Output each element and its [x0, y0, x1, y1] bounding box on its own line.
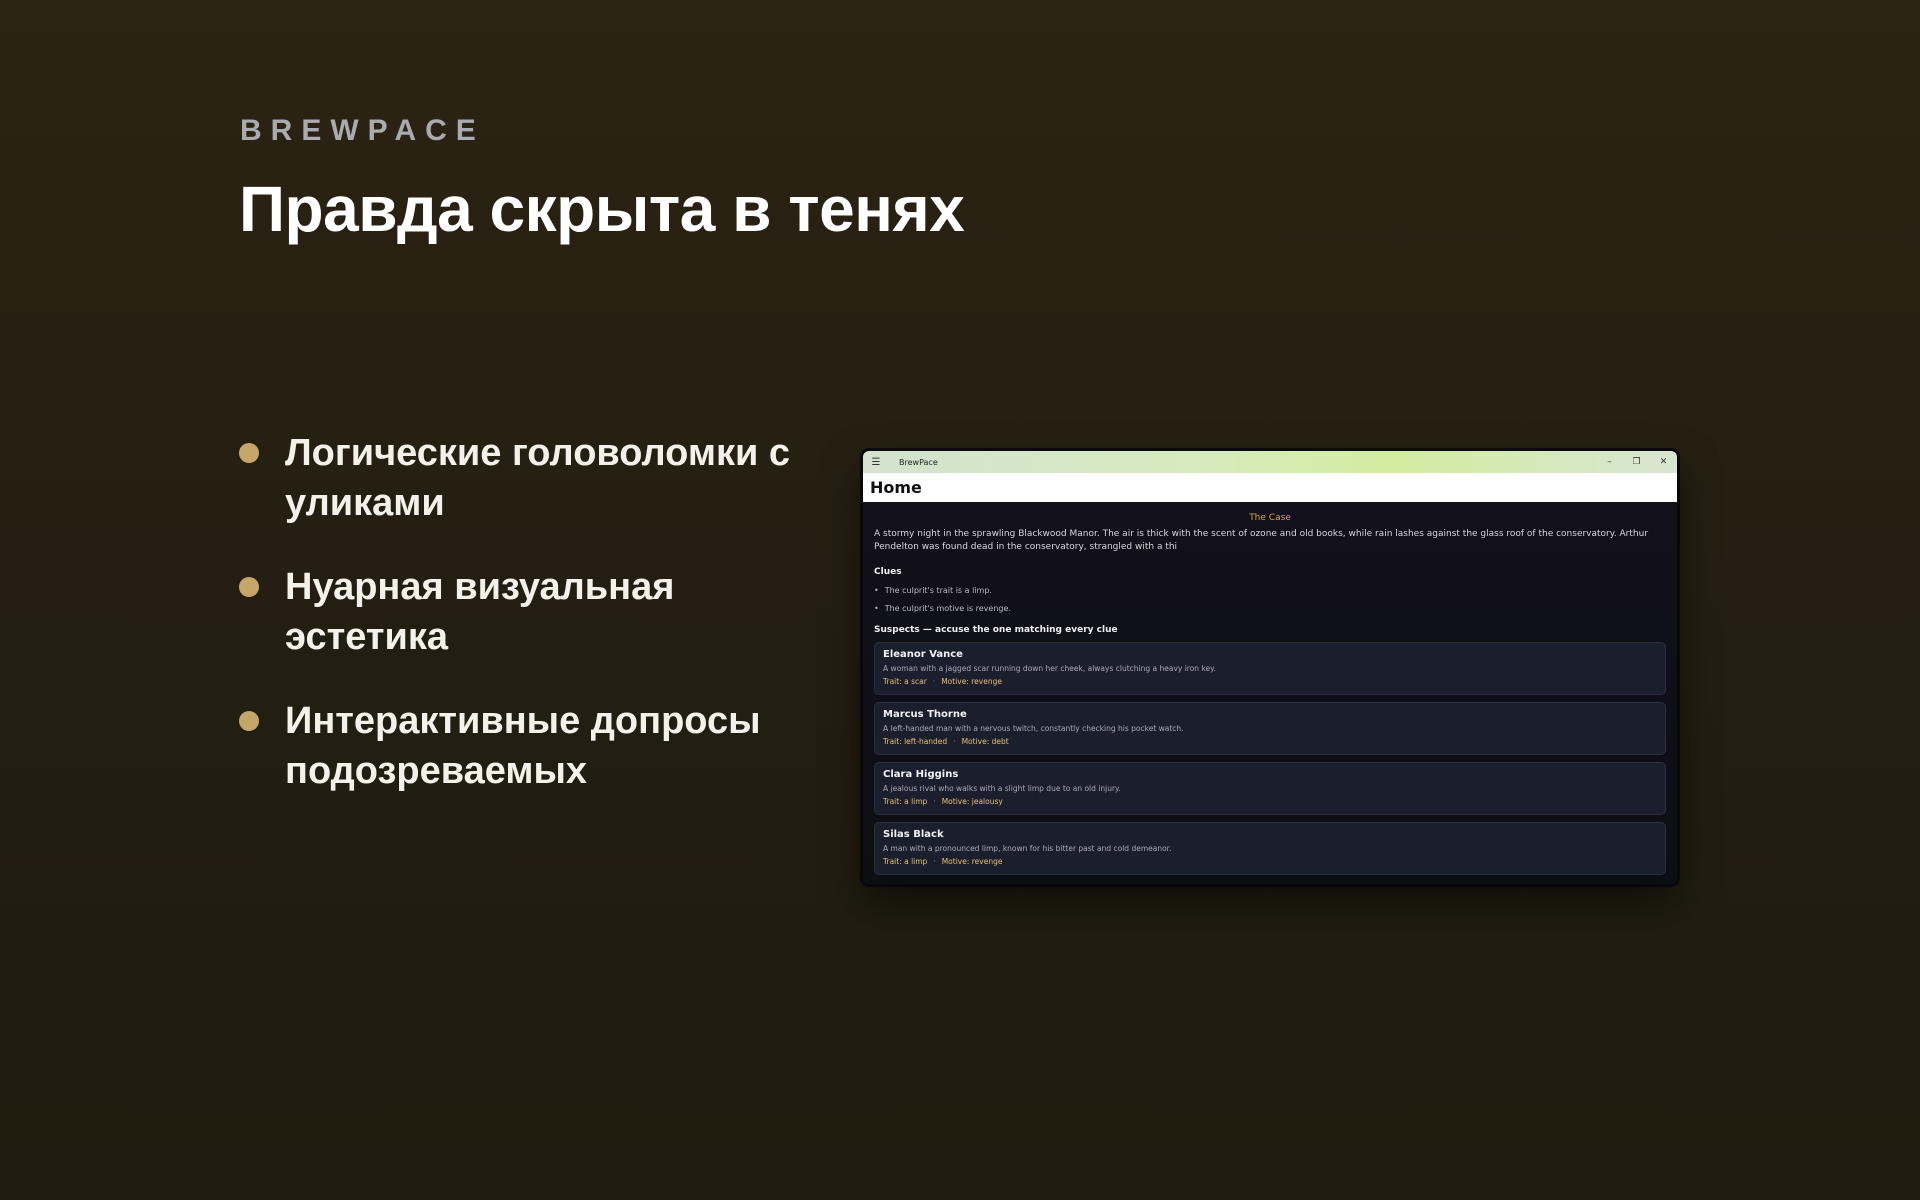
separator: ·	[953, 737, 956, 746]
feature-item: Нуарная визуальная эстетика	[239, 562, 839, 662]
title-bar: ☰ BrewPace – ❐ ✕	[863, 451, 1677, 473]
suspect-attributes: Trait: left-handed · Motive: debt	[883, 737, 1657, 746]
suspect-description: A left-handed man with a nervous twitch,…	[883, 724, 1184, 733]
suspect-motive: Motive: revenge	[941, 857, 1003, 866]
window-title: BrewPace	[899, 457, 938, 467]
clue-text: The culprit's trait is a limp.	[884, 586, 992, 595]
suspect-card[interactable]: Silas Black A man with a pronounced limp…	[874, 822, 1666, 875]
suspect-name: Silas Black	[883, 829, 944, 840]
suspect-name: Marcus Thorne	[883, 709, 967, 720]
bullet-dot-icon	[239, 577, 259, 597]
close-icon[interactable]: ✕	[1650, 457, 1677, 467]
minimize-icon[interactable]: –	[1596, 457, 1623, 467]
separator: ·	[933, 857, 936, 866]
suspects-heading: Suspects — accuse the one matching every…	[874, 625, 1118, 635]
separator: ·	[932, 677, 936, 686]
feature-list: Логические головоломки с уликами Нуарная…	[239, 428, 839, 830]
suspect-name: Eleanor Vance	[883, 649, 963, 660]
separator: ·	[933, 797, 936, 806]
bullet-dot-icon	[239, 711, 259, 731]
clue-item: • The culprit's motive is revenge.	[874, 604, 1666, 613]
bullet-icon: •	[874, 586, 879, 595]
bullet-dot-icon	[239, 443, 259, 463]
suspect-name: Clara Higgins	[883, 769, 959, 780]
suspect-trait: Trait: a limp	[883, 857, 928, 866]
suspect-motive: Motive: debt	[961, 737, 1009, 746]
clue-text: The culprit's motive is revenge.	[884, 604, 1011, 613]
bullet-icon: •	[874, 604, 879, 613]
case-heading: The Case	[1249, 513, 1291, 523]
feature-text: Нуарная визуальная эстетика	[285, 566, 675, 658]
suspect-motive: Motive: revenge	[941, 677, 1002, 686]
case-content: The Case A stormy night in the sprawling…	[863, 502, 1677, 884]
feature-item: Логические головоломки с уликами	[239, 428, 839, 528]
suspect-trait: Trait: a limp	[883, 797, 928, 806]
feature-item: Интерактивные допросы подозреваемых	[239, 696, 839, 796]
suspect-description: A jealous rival who walks with a slight …	[883, 784, 1121, 793]
hamburger-menu-icon[interactable]: ☰	[863, 457, 889, 468]
clue-item: • The culprit's trait is a limp.	[874, 586, 1666, 595]
suspect-attributes: Trait: a limp · Motive: jealousy	[883, 797, 1657, 806]
suspect-trait: Trait: left-handed	[883, 737, 948, 746]
suspect-card[interactable]: Marcus Thorne A left-handed man with a n…	[874, 702, 1666, 755]
brand-label: BREWPACE	[240, 114, 485, 147]
suspect-trait: Trait: a scar	[883, 677, 927, 686]
restore-icon[interactable]: ❐	[1623, 457, 1650, 467]
suspect-description: A man with a pronounced limp, known for …	[883, 844, 1172, 853]
suspect-card[interactable]: Clara Higgins A jealous rival who walks …	[874, 762, 1666, 815]
clues-heading: Clues	[874, 567, 902, 577]
slide-headline: Правда скрыта в тенях	[239, 173, 965, 245]
feature-text: Интерактивные допросы подозреваемых	[285, 700, 761, 792]
feature-text: Логические головоломки с уликами	[285, 432, 791, 524]
suspect-description: A woman with a jagged scar running down …	[883, 664, 1216, 673]
suspect-attributes: Trait: a scar · Motive: revenge	[883, 677, 1657, 686]
suspect-attributes: Trait: a limp · Motive: revenge	[883, 857, 1657, 866]
app-window: ☰ BrewPace – ❐ ✕ Home The Case A stormy …	[863, 451, 1677, 884]
case-description: A stormy night in the sprawling Blackwoo…	[874, 529, 1649, 552]
suspect-card[interactable]: Eleanor Vance A woman with a jagged scar…	[874, 642, 1666, 695]
suspect-motive: Motive: jealousy	[941, 797, 1003, 806]
page-title: Home	[863, 473, 1677, 502]
